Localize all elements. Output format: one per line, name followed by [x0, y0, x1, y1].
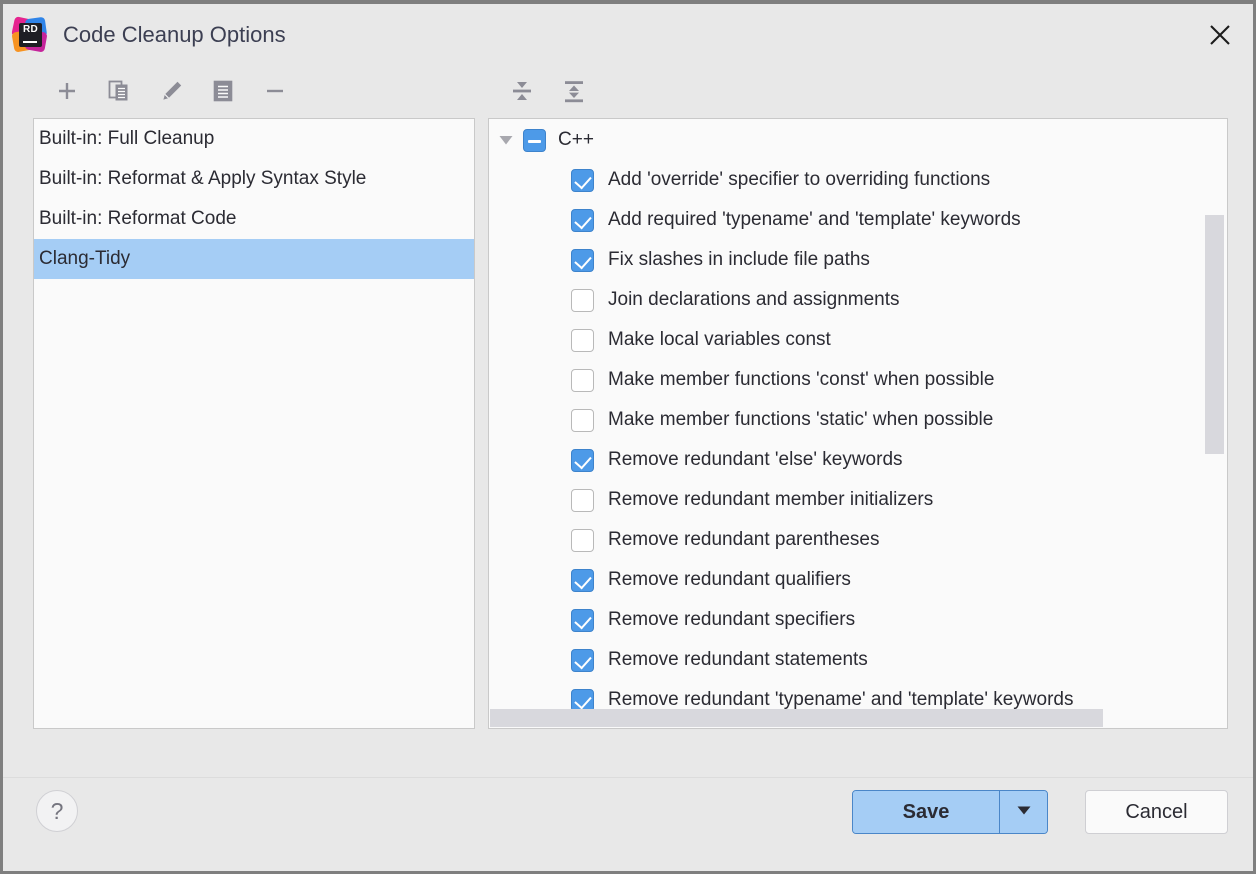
item-checkbox[interactable] [571, 489, 594, 512]
item-checkbox[interactable] [571, 409, 594, 432]
save-button[interactable]: Save [853, 791, 999, 833]
chevron-down-icon [1016, 803, 1032, 821]
tree-item-label: Add required 'typename' and 'template' k… [608, 209, 1021, 231]
scrollbar-thumb[interactable] [490, 709, 1103, 727]
chevron-down-icon[interactable] [489, 134, 523, 146]
footer: ? Save Cancel [3, 777, 1253, 871]
collapse-all-button[interactable] [503, 72, 541, 110]
item-checkbox[interactable] [571, 649, 594, 672]
tree-item[interactable]: Remove redundant 'else' keywords [489, 440, 1227, 480]
minus-icon [264, 80, 286, 102]
tree-item-label: Remove redundant 'typename' and 'templat… [608, 689, 1074, 711]
tree-item-label: Fix slashes in include file paths [608, 249, 870, 271]
expand-all-button[interactable] [555, 72, 593, 110]
save-dropdown-button[interactable] [999, 791, 1047, 833]
expand-all-icon [561, 78, 587, 104]
item-checkbox[interactable] [571, 569, 594, 592]
plus-icon [56, 80, 78, 102]
title-bar: RD Code Cleanup Options [3, 4, 1253, 66]
cleanup-profile-list[interactable]: Built-in: Full Cleanup Built-in: Reforma… [33, 118, 475, 729]
item-checkbox[interactable] [571, 289, 594, 312]
list-item-selected[interactable]: Clang-Tidy [34, 239, 474, 279]
logo-badge-text: RD [19, 23, 42, 47]
item-checkbox[interactable] [571, 169, 594, 192]
copy-profile-button[interactable] [100, 72, 138, 110]
cancel-button[interactable]: Cancel [1085, 790, 1228, 834]
tree-item-label: Remove redundant parentheses [608, 529, 879, 551]
list-item[interactable]: Built-in: Reformat & Apply Syntax Style [34, 159, 474, 199]
tree-group-label: C++ [558, 129, 594, 151]
item-checkbox[interactable] [571, 249, 594, 272]
save-split-button[interactable]: Save [852, 790, 1048, 834]
tree-item[interactable]: Fix slashes in include file paths [489, 240, 1227, 280]
item-checkbox[interactable] [571, 529, 594, 552]
edit-profile-button[interactable] [153, 72, 191, 110]
tree-item-label: Make member functions 'const' when possi… [608, 369, 994, 391]
panels-area: Built-in: Full Cleanup Built-in: Reforma… [3, 118, 1253, 777]
page-title: Code Cleanup Options [63, 22, 286, 48]
item-checkbox[interactable] [571, 449, 594, 472]
group-checkbox-partial[interactable] [523, 129, 546, 152]
document-lines-icon [212, 79, 234, 103]
item-checkbox[interactable] [571, 369, 594, 392]
tree-item-label: Join declarations and assignments [608, 289, 900, 311]
tree-horizontal-scrollbar[interactable] [490, 709, 1226, 727]
tree-item-label: Make member functions 'static' when poss… [608, 409, 993, 431]
scrollbar-thumb[interactable] [1205, 215, 1224, 454]
add-profile-button[interactable] [48, 72, 86, 110]
code-cleanup-options-dialog: RD Code Cleanup Options [0, 0, 1256, 874]
tree-item-label: Remove redundant 'else' keywords [608, 449, 903, 471]
tree-vertical-scrollbar[interactable] [1205, 120, 1224, 708]
item-checkbox[interactable] [571, 609, 594, 632]
toolbars [3, 66, 1253, 118]
tree-item[interactable]: Join declarations and assignments [489, 280, 1227, 320]
tree-item[interactable]: Remove redundant member initializers [489, 480, 1227, 520]
tree-item[interactable]: Remove redundant statements [489, 640, 1227, 680]
item-checkbox[interactable] [571, 329, 594, 352]
remove-profile-button[interactable] [256, 72, 294, 110]
pencil-icon [160, 79, 184, 103]
list-item[interactable]: Built-in: Reformat Code [34, 199, 474, 239]
tree-item[interactable]: Remove redundant parentheses [489, 520, 1227, 560]
close-icon[interactable] [1197, 12, 1243, 58]
tree-item-label: Remove redundant member initializers [608, 489, 933, 511]
cleanup-items-tree[interactable]: C++ Add 'override' specifier to overridi… [488, 118, 1228, 729]
tree-item[interactable]: Make member functions 'static' when poss… [489, 400, 1227, 440]
tree-item[interactable]: Remove redundant qualifiers [489, 560, 1227, 600]
help-button[interactable]: ? [36, 790, 78, 832]
tree-item-label: Remove redundant statements [608, 649, 868, 671]
tree-item[interactable]: Make local variables const [489, 320, 1227, 360]
tree-group-cpp[interactable]: C++ [489, 120, 1227, 160]
copy-icon [107, 79, 131, 103]
question-mark-icon: ? [51, 798, 64, 825]
tree-item[interactable]: Remove redundant specifiers [489, 600, 1227, 640]
rename-profile-button[interactable] [204, 72, 242, 110]
item-checkbox[interactable] [571, 209, 594, 232]
tree-item[interactable]: Make member functions 'const' when possi… [489, 360, 1227, 400]
tree-item[interactable]: Add 'override' specifier to overriding f… [489, 160, 1227, 200]
list-item[interactable]: Built-in: Full Cleanup [34, 119, 474, 159]
collapse-all-icon [509, 78, 535, 104]
tree-item-label: Make local variables const [608, 329, 831, 351]
tree-item-label: Remove redundant specifiers [608, 609, 855, 631]
tree-item-label: Add 'override' specifier to overriding f… [608, 169, 990, 191]
tree-item[interactable]: Add required 'typename' and 'template' k… [489, 200, 1227, 240]
tree-item-label: Remove redundant qualifiers [608, 569, 851, 591]
jetbrains-rider-logo-icon: RD [13, 18, 47, 52]
